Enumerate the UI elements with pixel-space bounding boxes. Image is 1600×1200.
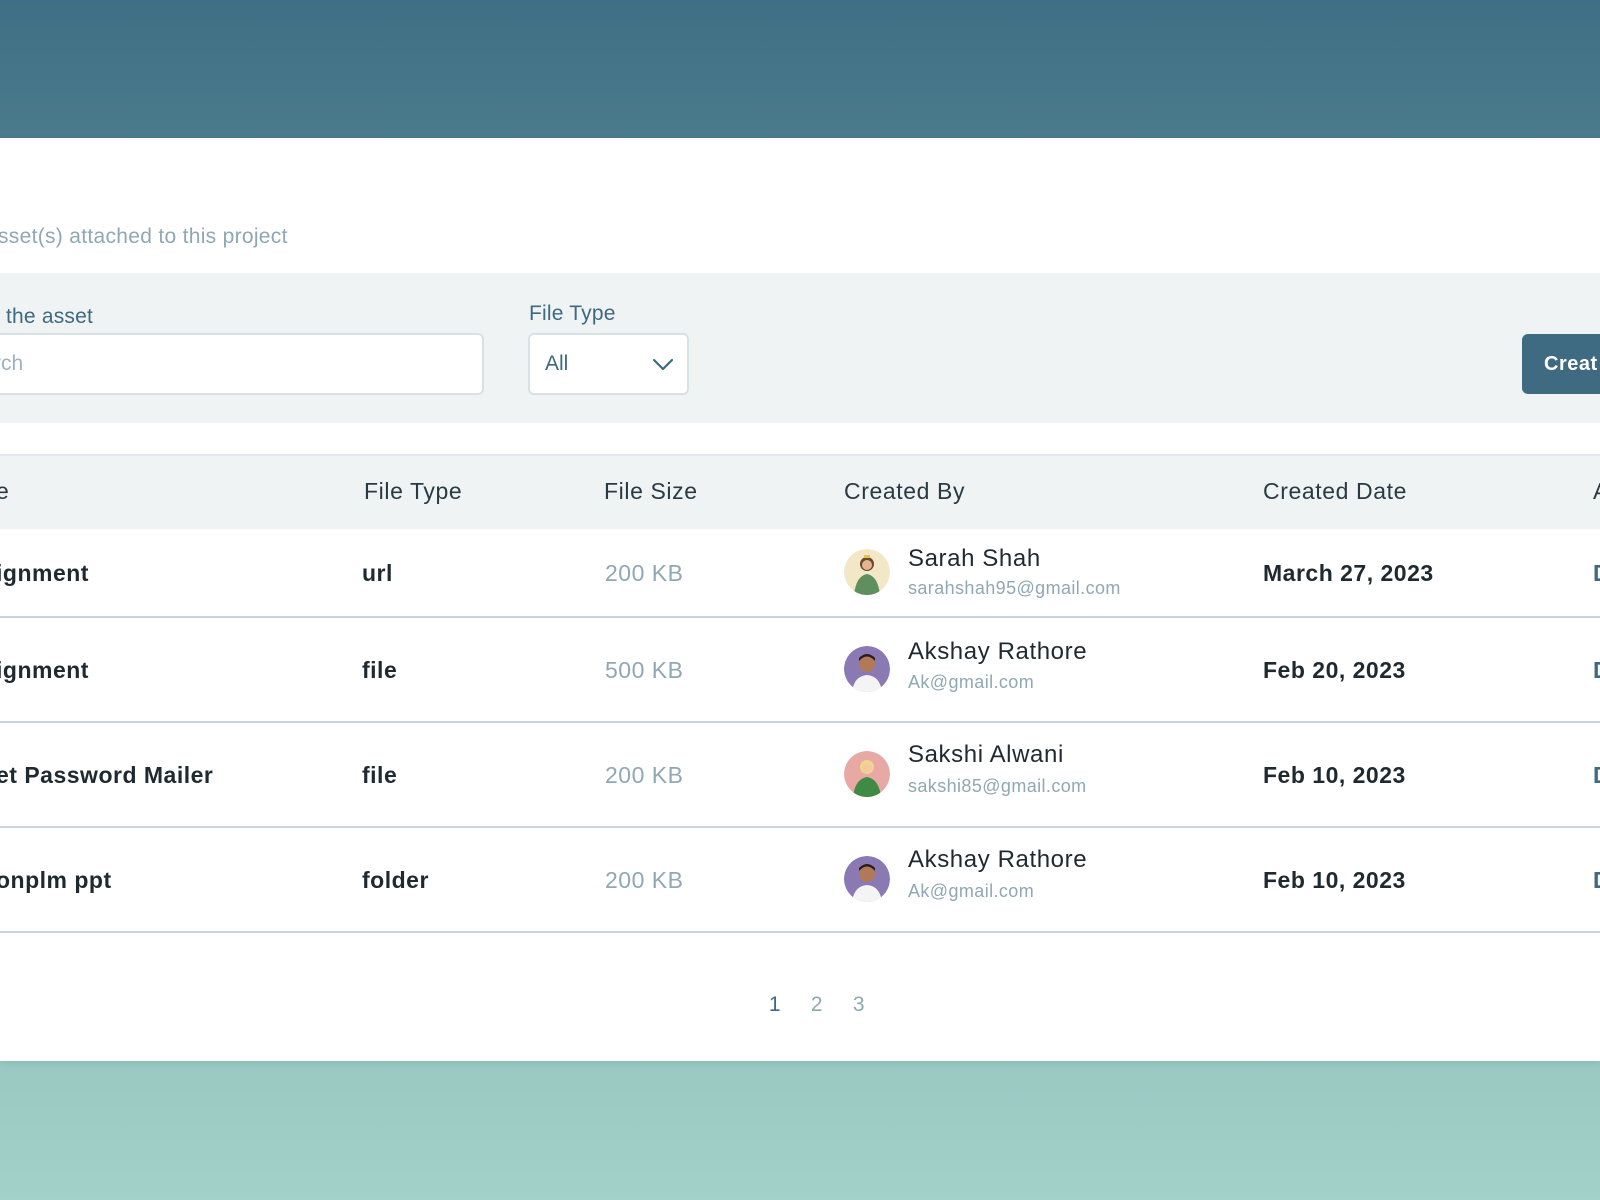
assets-panel: sset(s) attached to this project the ass… [0,138,1600,1061]
chevron-down-icon [652,358,674,371]
avatar [844,751,890,797]
asset-name[interactable]: ignment [0,657,89,684]
creator-email: sakshi85@gmail.com [908,776,1087,796]
column-header-created-date[interactable]: Created Date [1263,478,1407,505]
asset-file-type: file [362,657,398,683]
table-row: ignment file 500 KB Akshay Rathore Ak@gm… [0,618,1600,723]
app-window: sset(s) attached to this project the ass… [0,0,1600,1200]
asset-file-size: 200 KB [605,560,684,586]
column-header-action[interactable]: A [1593,478,1600,505]
creator-email: Ak@gmail.com [908,881,1035,901]
asset-name[interactable]: et Password Mailer [0,762,213,789]
column-header-file-size[interactable]: File Size [604,478,698,505]
column-header-name[interactable]: e [0,478,9,505]
avatar [844,856,890,902]
table-row: ignment url 200 KB Sarah Shah sarahshah9… [0,529,1600,618]
asset-name[interactable]: onplm ppt [0,867,112,894]
created-date: Feb 10, 2023 [1263,867,1406,893]
creator-name: Akshay Rathore [908,846,1088,873]
asset-file-size: 200 KB [605,762,684,788]
file-type-select[interactable]: All [528,333,689,395]
row-action-link[interactable]: D [1593,657,1600,684]
asset-name[interactable]: ignment [0,560,89,587]
asset-file-type: file [362,762,398,788]
table-row: onplm ppt folder 200 KB Akshay Rathore A… [0,828,1600,933]
page-2-link[interactable]: 2 [810,993,824,1017]
creator-email: sarahshah95@gmail.com [908,578,1121,598]
row-action-link[interactable]: D [1593,867,1600,894]
page-1-link[interactable]: 1 [768,993,782,1017]
creator-name: Sarah Shah [908,545,1041,572]
search-input[interactable] [0,333,484,395]
created-date: Feb 10, 2023 [1263,762,1406,788]
search-label: the asset [6,305,94,328]
creator-name: Sakshi Alwani [908,741,1064,768]
column-header-created-by[interactable]: Created By [844,478,965,505]
asset-file-type: folder [362,867,429,893]
table-row: et Password Mailer file 200 KB Sakshi Al… [0,723,1600,828]
avatar [844,549,890,595]
creator-email: Ak@gmail.com [908,672,1035,692]
creator-name: Akshay Rathore [908,638,1088,665]
row-action-link[interactable]: D [1593,762,1600,789]
created-date: Feb 20, 2023 [1263,657,1406,683]
file-type-label: File Type [529,302,616,325]
asset-file-size: 500 KB [605,657,684,683]
asset-file-type: url [362,560,393,586]
create-asset-button[interactable]: Creat [1522,334,1600,394]
file-type-value: All [545,352,569,375]
page-3-link[interactable]: 3 [852,993,866,1017]
created-date: March 27, 2023 [1263,560,1434,586]
assets-subtitle: sset(s) attached to this project [0,225,288,248]
pagination: 1 2 3 [768,993,866,1017]
row-action-link[interactable]: D [1593,560,1600,587]
column-header-file-type[interactable]: File Type [364,478,462,505]
table-header: e File Type File Size Created By Created… [0,454,1600,529]
asset-file-size: 200 KB [605,867,684,893]
avatar [844,646,890,692]
